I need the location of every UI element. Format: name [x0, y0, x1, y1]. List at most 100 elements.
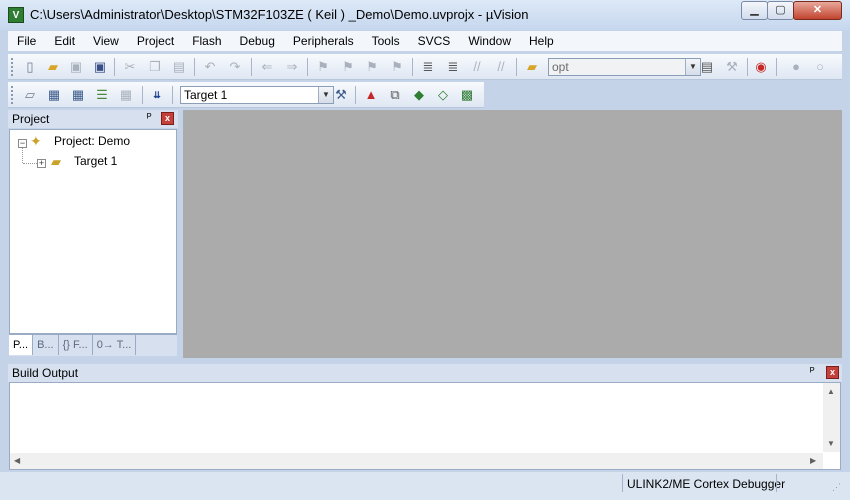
window-frame-left [0, 30, 8, 472]
find-combo[interactable]: opt ▼ [548, 58, 701, 76]
toolbar-separator [355, 86, 356, 104]
title-bar: V C:\Users\Administrator\Desktop\STM32F1… [0, 0, 850, 30]
rebuild-icon[interactable]: ▦ [70, 87, 86, 103]
tab-project[interactable]: P... [9, 335, 34, 355]
project-panel-header: Project ᴾ x [8, 110, 178, 128]
window-title: C:\Users\Administrator\Desktop\STM32F103… [30, 7, 529, 22]
menu-flash[interactable]: Flash [183, 31, 230, 51]
tab-books[interactable]: B... [33, 335, 59, 355]
pin-icon[interactable]: ᴾ [147, 112, 152, 124]
menu-window[interactable]: Window [459, 31, 520, 51]
tree-item-project[interactable]: Project: Demo [54, 134, 130, 148]
maximize-button[interactable]: ▢ [767, 1, 794, 20]
project-icon: ✦ [30, 133, 42, 149]
toolbar-separator [516, 58, 517, 76]
new-file-icon[interactable]: ▯ [22, 59, 38, 75]
menu-peripherals[interactable]: Peripherals [284, 31, 363, 51]
project-tree: − ✦ Project: Demo + ▰ Target 1 [9, 129, 177, 334]
uvision-app-icon[interactable]: V [8, 7, 24, 23]
chevron-down-icon[interactable]: ▼ [318, 87, 333, 103]
toolbar-separator [194, 58, 195, 76]
incremental-find-icon[interactable]: ⚒ [724, 59, 740, 75]
menu-file[interactable]: File [8, 31, 45, 51]
chevron-down-icon[interactable]: ▼ [685, 59, 700, 75]
resize-grip-icon[interactable]: ⋰ [832, 482, 841, 493]
tab-functions[interactable]: {} F... [59, 335, 93, 355]
save-all-icon[interactable]: ▣ [92, 59, 108, 75]
paste-icon[interactable]: ▤ [171, 59, 187, 75]
open-folder-icon[interactable]: ▰ [45, 59, 61, 75]
batch-build-icon[interactable]: ☰ [94, 87, 110, 103]
minimize-button[interactable]: ▁ [741, 1, 768, 20]
toolbar-separator [776, 58, 777, 76]
toolbar-grip[interactable] [11, 86, 16, 104]
translate-icon[interactable]: ▱ [22, 87, 38, 103]
undo-icon[interactable]: ↶ [202, 59, 218, 75]
redo-icon[interactable]: ↷ [227, 59, 243, 75]
cut-icon[interactable]: ✂ [122, 59, 138, 75]
bookmark-prev-icon[interactable]: ⚑ [340, 59, 356, 75]
unindent-icon[interactable]: ≣ [445, 59, 461, 75]
status-separator [776, 474, 777, 492]
breakpoint-disabled-icon[interactable]: ○ [812, 59, 828, 75]
target-options-icon[interactable]: ⚒ [333, 87, 349, 103]
toolbar-separator [142, 86, 143, 104]
bookmark-clear-icon[interactable]: ⚑ [389, 59, 405, 75]
find-combo-value: opt [552, 60, 569, 74]
manage-project-items-icon[interactable]: ⧉ [387, 87, 403, 103]
debug-icon[interactable]: ◉ [753, 59, 769, 75]
scroll-left-icon[interactable]: ◀ [14, 456, 20, 465]
pack-installer-icon[interactable]: ▩ [459, 87, 475, 103]
bookmark-next-icon[interactable]: ⚑ [364, 59, 380, 75]
pin-icon[interactable]: ᴾ [810, 366, 815, 378]
toolbar-separator [251, 58, 252, 76]
bookmark-insert-icon[interactable]: ⚑ [315, 59, 331, 75]
select-packs-icon[interactable]: ◇ [435, 87, 451, 103]
horizontal-scrollbar[interactable]: ◀ ▶ [10, 453, 823, 469]
menu-help[interactable]: Help [520, 31, 563, 51]
find-in-files-icon[interactable]: ▰ [524, 59, 540, 75]
menu-edit[interactable]: Edit [45, 31, 84, 51]
nav-back-icon[interactable]: ⇐ [259, 59, 275, 75]
menu-project[interactable]: Project [128, 31, 183, 51]
collapse-icon[interactable]: − [18, 139, 27, 148]
project-panel-tabs: P... B... {} F... 0→ T... [9, 334, 177, 356]
target-select[interactable]: Target 1 ▼ [180, 86, 334, 104]
toolbar-grip[interactable] [11, 58, 16, 76]
project-panel-close-button[interactable]: x [161, 112, 174, 125]
target-folder-icon: ▰ [51, 154, 61, 169]
menu-bar: File Edit View Project Flash Debug Perip… [8, 31, 842, 51]
breakpoint-icon[interactable]: ● [788, 59, 804, 75]
file-extensions-icon[interactable]: ▲ [363, 87, 379, 103]
expand-icon[interactable]: + [37, 159, 46, 168]
toolbar-separator [747, 58, 748, 76]
uncomment-icon[interactable]: // [493, 59, 509, 75]
scroll-right-icon[interactable]: ▶ [810, 456, 816, 465]
toolbar-separator [307, 58, 308, 76]
menu-view[interactable]: View [84, 31, 128, 51]
build-icon[interactable]: ▦ [46, 87, 62, 103]
menu-svcs[interactable]: SVCS [409, 31, 460, 51]
vertical-scrollbar[interactable]: ▲ ▼ [823, 383, 840, 452]
scroll-down-icon[interactable]: ▼ [827, 439, 835, 448]
manage-rte-icon[interactable]: ◆ [411, 87, 427, 103]
menu-debug[interactable]: Debug [231, 31, 284, 51]
close-button[interactable]: ✕ [793, 1, 842, 20]
comment-icon[interactable]: // [469, 59, 485, 75]
indent-icon[interactable]: ≣ [420, 59, 436, 75]
build-output-header: Build Output ᴾ x [8, 364, 842, 382]
stop-build-icon[interactable]: ▦ [118, 87, 134, 103]
nav-forward-icon[interactable]: ⇒ [284, 59, 300, 75]
tab-templates[interactable]: 0→ T... [93, 335, 137, 355]
status-debugger: ULINK2/ME Cortex Debugger [627, 477, 786, 491]
build-output-close-button[interactable]: x [826, 366, 839, 379]
scroll-up-icon[interactable]: ▲ [827, 387, 835, 396]
build-toolbar: ▱ ▦ ▦ ☰ ▦ ⇊ Target 1 ▼ ⚒ ▲ ⧉ ◆ ◇ ▩ [8, 82, 484, 108]
tree-item-target[interactable]: Target 1 [74, 154, 117, 168]
save-icon[interactable]: ▣ [68, 59, 84, 75]
find-icon[interactable]: ▤ [699, 59, 715, 75]
download-icon[interactable]: ⇊ [149, 87, 165, 103]
menu-tools[interactable]: Tools [363, 31, 409, 51]
editor-area[interactable] [183, 110, 842, 358]
copy-icon[interactable]: ❐ [147, 59, 163, 75]
